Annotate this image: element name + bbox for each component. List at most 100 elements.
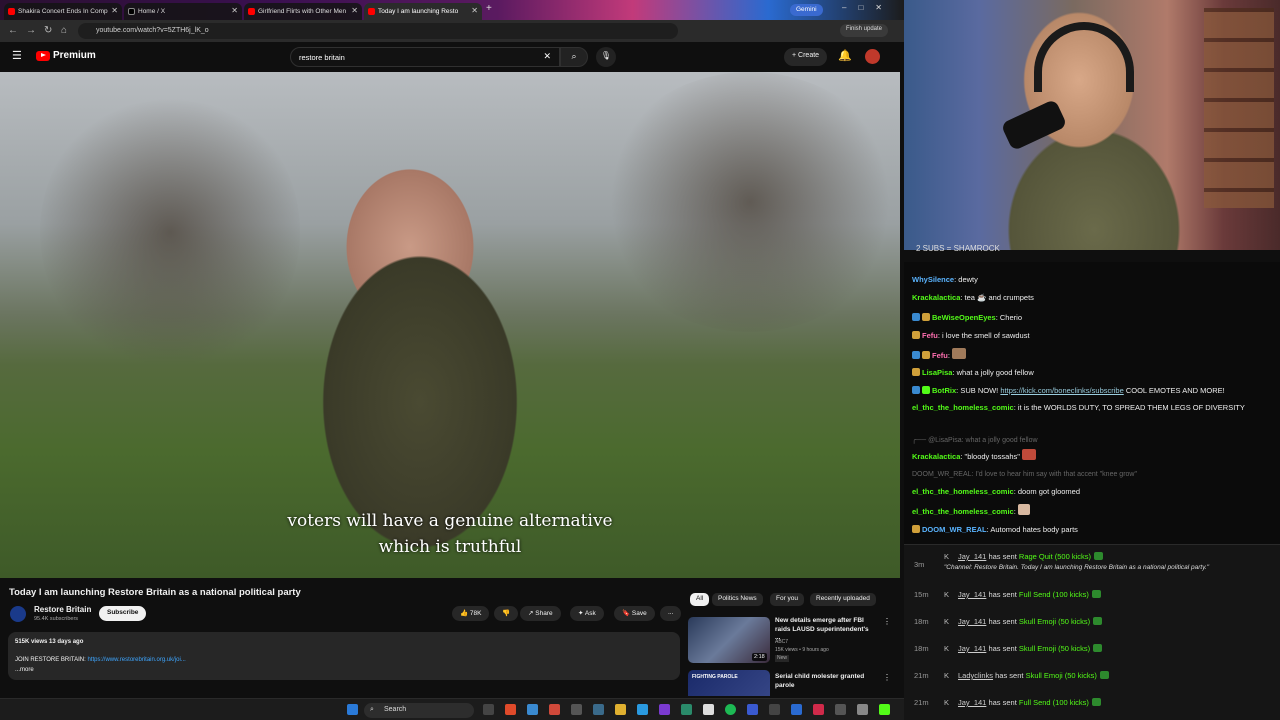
- close-tab-icon[interactable]: ✕: [231, 6, 238, 15]
- chat-username[interactable]: el_thc_the_homeless_comic: [912, 507, 1014, 516]
- alert-item: Rage Quit (500 kicks): [1018, 552, 1092, 561]
- app-icon[interactable]: [747, 704, 758, 715]
- chip-for-you[interactable]: For you: [770, 593, 805, 606]
- chat-link[interactable]: https://kick.com/boneclinks/subscribe: [1000, 386, 1123, 395]
- app-icon[interactable]: [681, 704, 692, 715]
- related-title[interactable]: Serial child molester granted parole: [775, 673, 875, 690]
- more-vert-icon[interactable]: ⋮: [883, 617, 891, 626]
- notifications-bell-icon[interactable]: 🔔: [838, 49, 852, 62]
- taskbar-search[interactable]: ⌕ Search: [364, 703, 474, 718]
- save-label: Save: [631, 610, 647, 617]
- chat-message: Fefu:: [912, 348, 1274, 361]
- forward-icon[interactable]: →: [26, 25, 36, 36]
- app-icon[interactable]: [505, 704, 516, 715]
- chat-username[interactable]: DOOM_WR_REAL: [912, 471, 972, 478]
- taskbar-search-label: Search: [384, 706, 407, 713]
- close-tab-icon[interactable]: ✕: [471, 6, 478, 15]
- video-player[interactable]: voters will have a genuine alternative w…: [0, 72, 900, 578]
- alert-username[interactable]: Jay_141: [958, 552, 986, 561]
- related-title[interactable]: New details emerge after FBI raids LAUSD…: [775, 617, 875, 643]
- chrome-icon[interactable]: [527, 704, 538, 715]
- home-icon[interactable]: ⌂: [61, 25, 67, 36]
- youtube-logo[interactable]: Premium: [36, 50, 96, 61]
- chat-username[interactable]: BotRix: [932, 386, 956, 395]
- task-view-icon[interactable]: [483, 704, 494, 715]
- description-box[interactable]: 515K views 13 days ago JOIN RESTORE BRIT…: [8, 632, 680, 680]
- alert-username[interactable]: Ladyclinks: [958, 671, 993, 680]
- spotify-icon[interactable]: [725, 704, 736, 715]
- share-button[interactable]: ↗ Share: [520, 606, 561, 621]
- gemini-button[interactable]: Gemini: [790, 4, 823, 16]
- chip-politics-news[interactable]: Politics News: [712, 593, 763, 606]
- chat-message: el_thc_the_homeless_comic: it is the WOR…: [912, 403, 1245, 412]
- app-icon[interactable]: [571, 704, 582, 715]
- related-video[interactable]: 2:18 New details emerge after FBI raids …: [688, 617, 893, 667]
- window-controls[interactable]: –□✕: [842, 3, 894, 12]
- new-tab-button[interactable]: +: [486, 3, 492, 14]
- alert-username[interactable]: Jay_141: [958, 698, 986, 707]
- tab-restore-britain[interactable]: Today I am launching Resto ✕: [364, 3, 482, 20]
- app-icon[interactable]: [593, 704, 604, 715]
- close-tab-icon[interactable]: ✕: [351, 6, 358, 15]
- alert-username[interactable]: Jay_141: [958, 617, 986, 626]
- ask-button[interactable]: ✦ Ask: [570, 606, 604, 621]
- chat-username[interactable]: DOOM_WR_REAL: [922, 525, 987, 534]
- url-input[interactable]: youtube.com/watch?v=5ZTH6j_lK_o: [78, 23, 678, 39]
- channel-avatar[interactable]: [10, 606, 26, 622]
- alert-username[interactable]: Jay_141: [958, 644, 986, 653]
- search-icon: ⌕: [571, 51, 577, 61]
- more-actions-button[interactable]: ...: [660, 606, 682, 621]
- app-icon[interactable]: [769, 704, 780, 715]
- close-tab-icon[interactable]: ✕: [111, 6, 118, 15]
- chat-username[interactable]: Krackalactica: [912, 293, 960, 302]
- app-icon[interactable]: [857, 704, 868, 715]
- chat-username[interactable]: Fefu: [932, 351, 948, 360]
- chat-username[interactable]: el_thc_the_homeless_comic: [912, 403, 1014, 412]
- chip-all[interactable]: All: [690, 593, 710, 606]
- file-explorer-icon[interactable]: [615, 704, 626, 715]
- voice-search-button[interactable]: 🎙: [596, 47, 616, 67]
- dislike-button[interactable]: 👎: [494, 606, 519, 621]
- like-button[interactable]: 👍 78K: [452, 606, 490, 621]
- tab-x-home[interactable]: Home / X ✕: [124, 3, 242, 20]
- tab-shakira[interactable]: Shakira Concert Ends In Comp ✕: [4, 3, 122, 20]
- menu-icon[interactable]: ☰: [12, 49, 22, 62]
- chat-username[interactable]: BeWiseOpenEyes: [932, 313, 996, 322]
- chip-recently-uploaded[interactable]: Recently uploaded: [810, 593, 876, 606]
- app-icon[interactable]: [835, 704, 846, 715]
- subscribe-button[interactable]: Subscribe: [99, 606, 147, 621]
- app-icon[interactable]: [791, 704, 802, 715]
- chat-username[interactable]: Fefu: [922, 331, 938, 340]
- reload-icon[interactable]: ↻: [44, 25, 52, 36]
- search-input[interactable]: restore britain ✕: [290, 47, 560, 67]
- tab-label: Shakira Concert Ends In Comp: [18, 8, 108, 15]
- tab-girlfriend[interactable]: Girlfriend Flirts with Other Men ✕: [244, 3, 362, 20]
- microphone: [1000, 98, 1068, 152]
- save-button[interactable]: 🔖 Save: [614, 606, 655, 621]
- chat-username[interactable]: el_thc_the_homeless_comic: [912, 487, 1014, 496]
- alert-username[interactable]: Jay_141: [958, 590, 986, 599]
- back-icon[interactable]: ←: [8, 25, 18, 36]
- clear-search-icon[interactable]: ✕: [543, 51, 551, 62]
- finish-update-button[interactable]: Finish update: [840, 24, 889, 37]
- app-icon[interactable]: [637, 704, 648, 715]
- app-icon[interactable]: [549, 704, 560, 715]
- related-thumbnail[interactable]: FIGHTING PAROLE: [688, 670, 770, 696]
- channel-name[interactable]: Restore Britain: [34, 605, 91, 614]
- related-video[interactable]: FIGHTING PAROLE Serial child molester gr…: [688, 670, 893, 696]
- account-avatar[interactable]: [865, 49, 880, 64]
- chat-username[interactable]: Krackalactica: [912, 452, 960, 461]
- chat-username[interactable]: LisaPisa: [922, 368, 952, 377]
- app-icon[interactable]: [659, 704, 670, 715]
- kick-icon[interactable]: [879, 704, 890, 715]
- create-button[interactable]: + Create: [784, 48, 828, 66]
- more-vert-icon[interactable]: ⋮: [883, 673, 891, 682]
- windows-start-icon[interactable]: [347, 704, 358, 715]
- search-button[interactable]: ⌕: [560, 47, 588, 67]
- alert-time: 18m: [914, 644, 929, 653]
- show-more-link[interactable]: ...more: [15, 665, 673, 675]
- app-icon[interactable]: [703, 704, 714, 715]
- chat-username[interactable]: WhySilence: [912, 275, 954, 284]
- description-link[interactable]: https://www.restorebritain.org.uk/joi...: [87, 657, 185, 663]
- app-icon[interactable]: [813, 704, 824, 715]
